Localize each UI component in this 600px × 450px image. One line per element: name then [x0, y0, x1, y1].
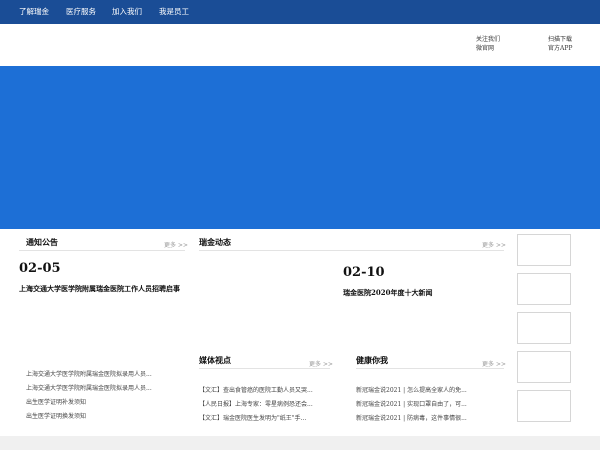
media-item[interactable]: 【文汇】查出食管癌的医院工勤人员又哭...: [199, 385, 313, 394]
side-link-box[interactable]: [517, 273, 571, 305]
media-item[interactable]: 【人民日报】上海专家：零星病例恐还会...: [199, 399, 313, 408]
side-link-box[interactable]: [517, 312, 571, 344]
health-item[interactable]: 新冠瑞金说2021 | 实现口罩自由了，可...: [356, 399, 467, 408]
hero-banner[interactable]: [0, 66, 600, 229]
header-strip: 关注我们 微官网 扫描下载 官方APP: [0, 24, 600, 66]
nav-item-staff[interactable]: 我是员工: [159, 6, 189, 17]
notice-item[interactable]: 上海交通大学医学院附属瑞金医院拟录用人员...: [26, 383, 152, 392]
notices-more-link[interactable]: 更多 >>: [164, 240, 188, 249]
media-more-link[interactable]: 更多 >>: [309, 359, 333, 368]
notices-date: 02-05: [19, 261, 61, 276]
download-app-link[interactable]: 扫描下载 官方APP: [548, 35, 572, 53]
notice-item[interactable]: 出生医学证明补发须知: [26, 397, 86, 406]
notices-divider: [19, 250, 185, 251]
nav-item-medical-services[interactable]: 医疗服务: [66, 6, 96, 17]
side-link-box[interactable]: [517, 390, 571, 422]
side-link-box[interactable]: [517, 234, 571, 266]
notices-title: 通知公告: [26, 237, 58, 247]
nav-item-about[interactable]: 了解瑞金: [19, 6, 49, 17]
notice-item[interactable]: 出生医学证明换发须知: [26, 411, 86, 420]
scan-download-label: 扫描下载: [548, 36, 573, 43]
health-item[interactable]: 新冠瑞金说2021 | 防病毒，这件事情很...: [356, 413, 467, 422]
follow-us-link[interactable]: 关注我们 微官网: [476, 35, 500, 53]
wechat-site-label: 微官网: [476, 45, 495, 52]
top-nav-bar: 了解瑞金 医疗服务 加入我们 我是员工: [0, 0, 600, 24]
nav-item-join-us[interactable]: 加入我们: [112, 6, 142, 17]
footer-strip: [0, 436, 600, 450]
notices-headline[interactable]: 上海交通大学医学院附属瑞金医院工作人员招聘启事: [19, 284, 180, 294]
health-divider: [356, 368, 504, 369]
news-divider: [199, 250, 504, 251]
health-item[interactable]: 新冠瑞金说2021 | 怎么提高全家人的免...: [356, 385, 467, 394]
news-date: 02-10: [343, 265, 385, 280]
media-item[interactable]: 【文汇】瑞金医院医生发明为"纸王"手...: [199, 413, 306, 422]
notice-item[interactable]: 上海交通大学医学院附属瑞金医院拟录用人员...: [26, 369, 152, 378]
news-title: 瑞金动态: [199, 237, 231, 247]
health-title: 健康你我: [356, 355, 388, 365]
news-headline[interactable]: 瑞金医院2020年度十大新闻: [343, 288, 432, 298]
follow-us-label: 关注我们: [476, 36, 501, 43]
side-link-box[interactable]: [517, 351, 571, 383]
media-title: 媒体视点: [199, 355, 231, 365]
media-divider: [199, 368, 330, 369]
health-more-link[interactable]: 更多 >>: [482, 359, 506, 368]
official-app-label: 官方APP: [548, 45, 573, 52]
news-more-link[interactable]: 更多 >>: [482, 240, 506, 249]
